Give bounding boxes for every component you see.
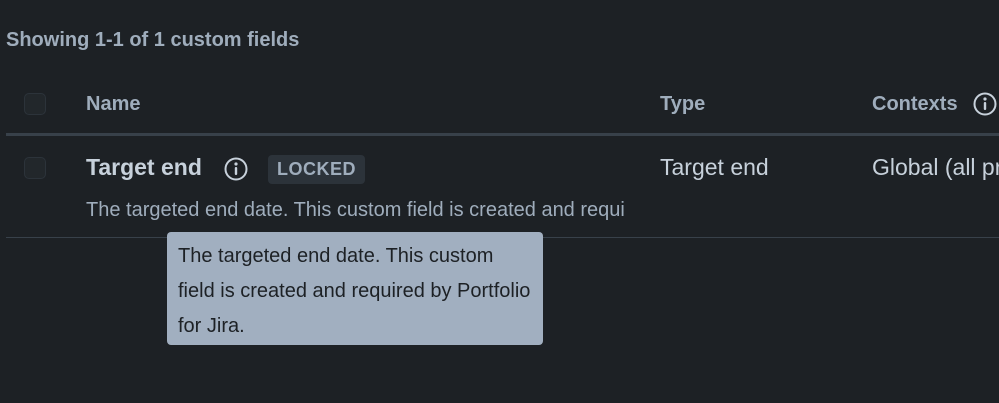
row-select-checkbox[interactable] <box>24 157 46 179</box>
contexts-info-icon[interactable] <box>972 91 998 117</box>
description-tooltip: The targeted end date. This custom field… <box>167 232 543 345</box>
table-row: Target end LOCKED The targeted end date.… <box>0 136 999 237</box>
field-info-icon[interactable] <box>223 156 249 182</box>
table-header: Name Type Contexts <box>0 82 999 134</box>
locked-badge: LOCKED <box>268 155 365 184</box>
custom-fields-page: Showing 1-1 of 1 custom fields Name Type… <box>0 0 999 403</box>
column-header-type[interactable]: Type <box>660 93 705 116</box>
field-description: The targeted end date. This custom field… <box>86 199 626 221</box>
column-header-contexts[interactable]: Contexts <box>872 93 958 116</box>
field-contexts: Global (all projects) <box>872 154 999 180</box>
select-all-checkbox[interactable] <box>24 93 46 115</box>
results-summary: Showing 1-1 of 1 custom fields <box>6 29 300 51</box>
field-type: Target end <box>660 154 769 180</box>
field-name[interactable]: Target end <box>86 154 202 181</box>
column-header-name[interactable]: Name <box>86 93 140 116</box>
